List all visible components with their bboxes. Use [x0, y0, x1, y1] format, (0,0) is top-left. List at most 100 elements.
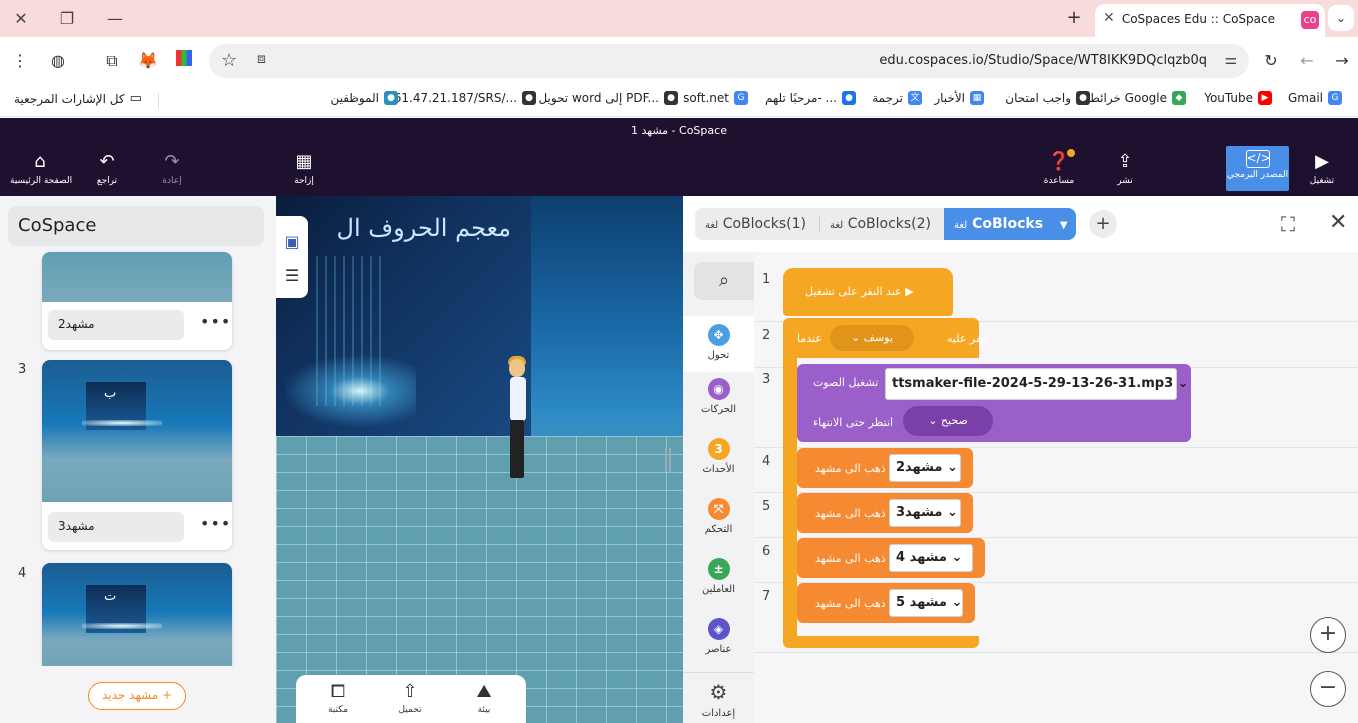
thumbnail-letter: ب [104, 386, 117, 401]
panel-resize-handle[interactable] [665, 448, 671, 472]
bookmark-item[interactable]: ● تحويل word إلى PDF... [538, 91, 678, 105]
scene-card[interactable]: مشهد2 ••• [42, 252, 232, 350]
scene-card[interactable]: ب مشهد3 ••• [42, 360, 232, 550]
window-close-icon[interactable]: ✕ [8, 6, 34, 32]
install-app-icon[interactable]: ⧈ [257, 51, 266, 67]
category-transform[interactable]: ✥ تحول [683, 316, 754, 372]
fullscreen-icon[interactable]: ⛶ [1281, 212, 1295, 236]
goto-scene-block[interactable]: ذهب الى مشهد مشهد2 ⌄ [797, 448, 973, 488]
scene-dropdown[interactable]: مشهد 5 ⌄ [889, 589, 963, 617]
extensions-icon[interactable]: ⧉ [100, 49, 124, 73]
bookmark-star-icon[interactable]: ☆ [221, 50, 237, 71]
category-control[interactable]: ⤧ التحكم [683, 498, 754, 535]
play-button[interactable]: ▶ تشغيل [1292, 150, 1352, 192]
window-minimize-icon[interactable]: — [102, 6, 128, 32]
library-button[interactable]: ⧠ مكتبة [308, 681, 368, 715]
upload-button[interactable]: ⇧ تحميل [380, 681, 440, 715]
bookmark-item[interactable]: ▦ الأخبار [934, 91, 984, 105]
wait-dropdown[interactable]: صحيح ⌄ [903, 406, 993, 436]
bookmark-item[interactable]: G Gmail [1288, 91, 1342, 105]
bookmark-item[interactable]: ● الموظفين [330, 91, 398, 105]
scene-dropdown[interactable]: مشهد3 ⌄ [889, 499, 961, 527]
tab-coblocks-1[interactable]: لغة CoBlocks(1) [695, 208, 819, 240]
bookmark-item[interactable]: ● مرحبًا تلهم- ... [765, 91, 856, 105]
image-icon[interactable]: ▣ [282, 232, 302, 252]
metamask-icon[interactable]: 🦊 [136, 49, 160, 73]
scene-more-icon[interactable]: ••• [200, 514, 231, 533]
browser-menu-icon[interactable]: ⋮ [8, 49, 32, 73]
scene-dropdown[interactable]: مشهد2 ⌄ [889, 454, 961, 482]
space-name-field[interactable]: CoSpace [8, 206, 264, 246]
goto-scene-block[interactable]: ذهب الى مشهد مشهد 4 ⌄ [797, 538, 985, 578]
play-sound-block[interactable]: تشغيل الصوت ttsmaker-file-2024-5-29-13-2… [797, 364, 1191, 442]
bookmark-item[interactable]: Gsoft.net [683, 91, 748, 105]
character-legs[interactable] [510, 420, 524, 478]
3d-viewport[interactable]: معجم الحروف ال [276, 196, 683, 723]
goto-scene-block[interactable]: ذهب الى مشهد مشهد 5 ⌄ [797, 583, 975, 623]
chevron-down-icon[interactable]: ▼ [1060, 220, 1068, 231]
redo-button[interactable]: ↷ إعادة [142, 150, 202, 192]
browser-tab-active[interactable]: ✕ CoSpaces Edu :: CoSpace co [1095, 4, 1325, 37]
list-icon[interactable]: ☰ [282, 266, 302, 286]
scene-name[interactable]: مشهد3 [48, 512, 184, 542]
chevron-down-icon: ⌄ [1177, 376, 1189, 391]
scene-thumbnail: ب [42, 360, 232, 502]
character-body[interactable] [510, 377, 526, 421]
tab-search-chevron-icon[interactable]: ⌄ [1328, 5, 1354, 31]
site-settings-icon[interactable]: ⚌ [1224, 52, 1237, 68]
address-bar[interactable]: ☆ ⧈ edu.cospaces.io/Studio/Space/WT8IKK9… [209, 44, 1249, 78]
forward-arrow-icon[interactable]: → [1330, 49, 1354, 73]
bookmark-item[interactable]: ● 161.47.21.187/SRS/... [386, 91, 536, 105]
bookmark-item[interactable]: 文 ترجمة [872, 91, 922, 105]
scene-list-panel: CoSpace مشهد2 ••• 3 ب مشهد3 ••• 4 ت مشهد… [0, 196, 276, 723]
bookmark-item[interactable]: ▶ YouTube [1204, 91, 1272, 105]
bookmark-favicon-icon: ● [1076, 91, 1090, 105]
category-operators[interactable]: ± العاملين [683, 558, 754, 595]
profile-icon[interactable]: ◍ [46, 49, 70, 73]
new-tab-button[interactable]: + [1062, 6, 1086, 30]
bookmark-item[interactable]: ◆ خرائط Google [1089, 91, 1186, 105]
bookmark-favicon-icon: ◆ [1172, 91, 1186, 105]
share-button[interactable]: ⇪ نشر [1095, 150, 1155, 192]
move-button[interactable]: ▦ إزاحة [274, 150, 334, 192]
code-button[interactable]: </> المصدر البرمجي [1226, 146, 1289, 191]
sound-file-dropdown[interactable]: ttsmaker-file-2024-5-29-13-26-31.mp3 ⌄ [885, 368, 1189, 400]
tab-close-icon[interactable]: ✕ [1103, 10, 1115, 26]
category-items[interactable]: ◈ عناصر [683, 618, 754, 655]
all-bookmarks-button[interactable]: ▭ كل الإشارات المرجعية [14, 91, 142, 106]
zoom-in-button[interactable]: + [1310, 617, 1346, 653]
bookmarks-bar: G Gmail ▶ YouTube ◆ خرائط Google ● واجب امتح… [0, 85, 1358, 117]
settings-button[interactable]: ⚙ إعدادات [683, 680, 754, 719]
bookmark-item[interactable]: ● واجب امتحان [1005, 91, 1090, 105]
environment-button[interactable]: ⛰ بيئة [454, 681, 514, 715]
reload-icon[interactable]: ↻ [1259, 49, 1283, 73]
character-head[interactable] [509, 359, 525, 377]
close-icon[interactable]: ✕ [1329, 210, 1347, 235]
category-events[interactable]: 3 الأحداث [683, 438, 754, 475]
scene-name[interactable]: مشهد2 [48, 310, 184, 340]
add-tab-button[interactable]: + [1089, 210, 1117, 238]
object-dropdown[interactable]: يوسف ⌄ [830, 325, 914, 351]
tab-coblocks-2[interactable]: لغة CoBlocks(2) [820, 208, 944, 240]
back-arrow-icon[interactable]: ← [1295, 49, 1319, 73]
window-restore-icon[interactable]: ❐ [54, 6, 80, 32]
extension-colorful-icon[interactable] [172, 49, 196, 73]
home-button[interactable]: ⌂ الصفحة الرئيسية [10, 150, 72, 192]
category-animations[interactable]: ◉ الحركات [683, 378, 754, 415]
new-scene-button[interactable]: مشهد جديد + [88, 682, 186, 710]
undo-icon: ↶ [99, 151, 115, 172]
display-board[interactable]: معجم الحروف ال [276, 196, 531, 436]
tab-coblocks[interactable]: لغة CoBlocks ▼ [944, 208, 1076, 240]
undo-button[interactable]: ↶ تراجع [77, 150, 137, 192]
help-button[interactable]: ❓ مساعدة [1029, 150, 1089, 192]
code-workspace[interactable]: 1 2 3 4 5 6 7 ▶ عند النقر على تشغيل عندم… [754, 252, 1358, 723]
zoom-out-button[interactable]: − [1310, 671, 1346, 707]
url-text[interactable]: edu.cospaces.io/Studio/Space/WT8IKK9DQcl… [879, 53, 1207, 68]
search-icon[interactable]: ⌕ [694, 262, 754, 300]
scene-more-icon[interactable]: ••• [200, 312, 231, 331]
when-clicked-block[interactable]: عندما يوسف ⌄ ينقر عليه [783, 318, 988, 358]
goto-scene-block[interactable]: ذهب الى مشهد مشهد3 ⌄ [797, 493, 973, 533]
scene-card[interactable]: ت [42, 563, 232, 673]
on-play-block[interactable]: ▶ عند النقر على تشغيل [783, 268, 953, 316]
scene-dropdown[interactable]: مشهد 4 ⌄ [889, 544, 973, 572]
